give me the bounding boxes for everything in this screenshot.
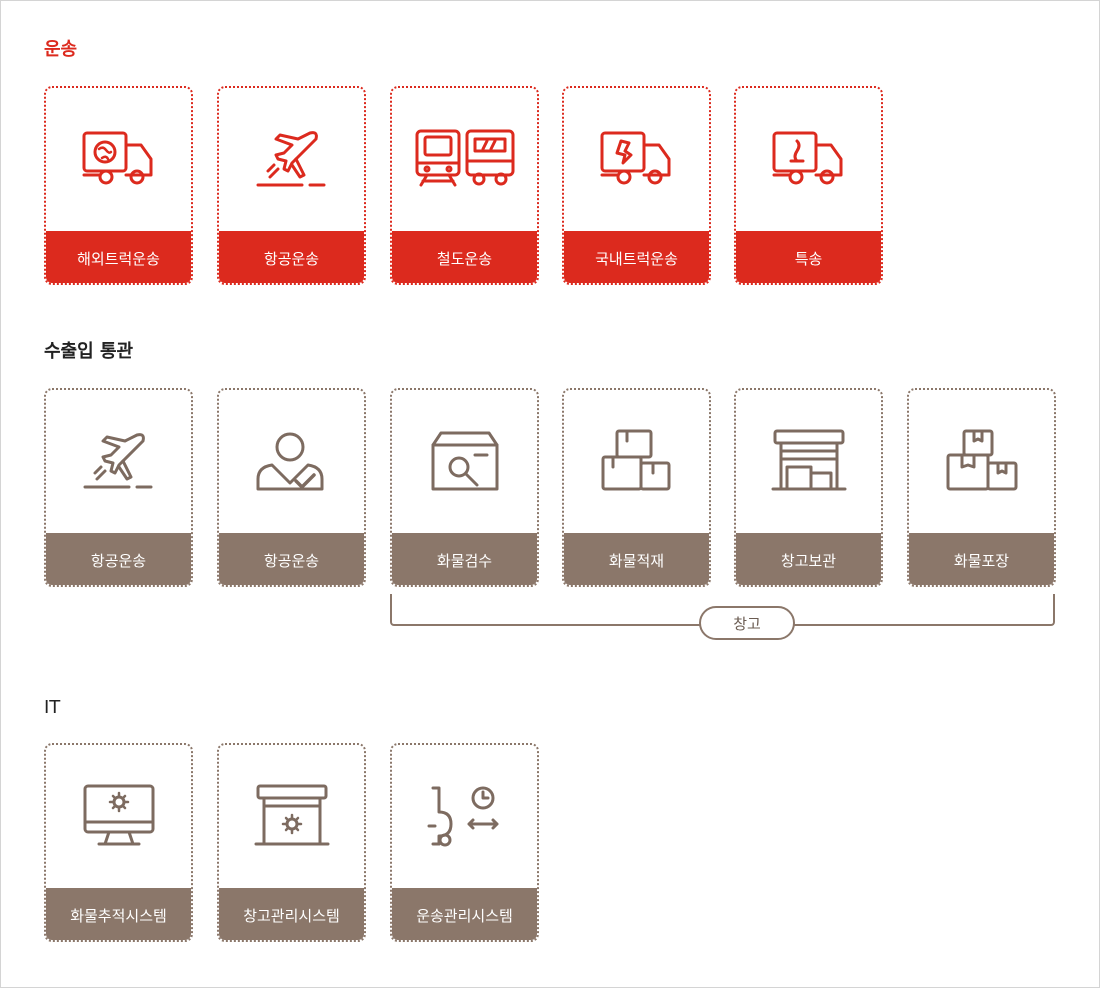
warehouse-group-label: 창고 (699, 606, 795, 640)
card-label: 철도운송 (392, 231, 537, 283)
card-label: 화물추적시스템 (46, 888, 191, 940)
card-label: 운송관리시스템 (392, 888, 537, 940)
card-warehouse-storage[interactable]: 창고보관 (734, 388, 883, 587)
map-truck-icon (600, 131, 670, 184)
card-transport-management-system[interactable]: 운송관리시스템 (390, 743, 539, 942)
card-customs-air-transport[interactable]: 항공운송 (44, 388, 193, 587)
section-title-it: IT (44, 697, 61, 718)
card-cargo-tracking-system[interactable]: 화물추적시스템 (44, 743, 193, 942)
box-search-icon (431, 431, 498, 490)
card-customs-person[interactable]: 항공운송 (217, 388, 366, 587)
warehouse-gear-icon (254, 784, 329, 845)
card-label: 해외트럭운송 (46, 231, 191, 283)
card-label: 항공운송 (219, 231, 364, 283)
card-overseas-truck[interactable]: 해외트럭운송 (44, 86, 193, 285)
card-label: 항공운송 (46, 533, 191, 585)
warehouse-icon (771, 429, 846, 490)
globe-truck-icon (82, 131, 152, 184)
card-label: 화물포장 (909, 533, 1054, 585)
card-label: 항공운송 (219, 533, 364, 585)
package-icon (946, 429, 1017, 490)
card-warehouse-management-system[interactable]: 창고관리시스템 (217, 743, 366, 942)
train-icon (415, 129, 514, 186)
card-label: 창고관리시스템 (219, 888, 364, 940)
card-cargo-inspection[interactable]: 화물검수 (390, 388, 539, 587)
monitor-gear-icon (83, 784, 154, 845)
card-cargo-packaging[interactable]: 화물포장 (907, 388, 1056, 587)
section-title-transport: 운송 (44, 39, 78, 60)
card-label: 화물검수 (392, 533, 537, 585)
person-check-icon (256, 432, 323, 490)
airplane-icon (256, 130, 325, 186)
card-cargo-loading[interactable]: 화물적재 (562, 388, 711, 587)
section-title-customs: 수출입 통관 (44, 341, 134, 362)
card-rail-transport[interactable]: 철도운송 (390, 86, 539, 285)
card-label: 화물적재 (564, 533, 709, 585)
card-label: 국내트럭운송 (564, 231, 709, 283)
route-clock-icon (427, 786, 498, 846)
card-label: 특송 (736, 231, 881, 283)
card-express[interactable]: 특송 (734, 86, 883, 285)
card-domestic-truck[interactable]: 국내트럭운송 (562, 86, 711, 285)
stacked-boxes-icon (601, 429, 670, 490)
card-air-transport[interactable]: 항공운송 (217, 86, 366, 285)
card-label: 창고보관 (736, 533, 881, 585)
express-truck-icon (772, 131, 842, 184)
airplane-icon (83, 432, 152, 488)
